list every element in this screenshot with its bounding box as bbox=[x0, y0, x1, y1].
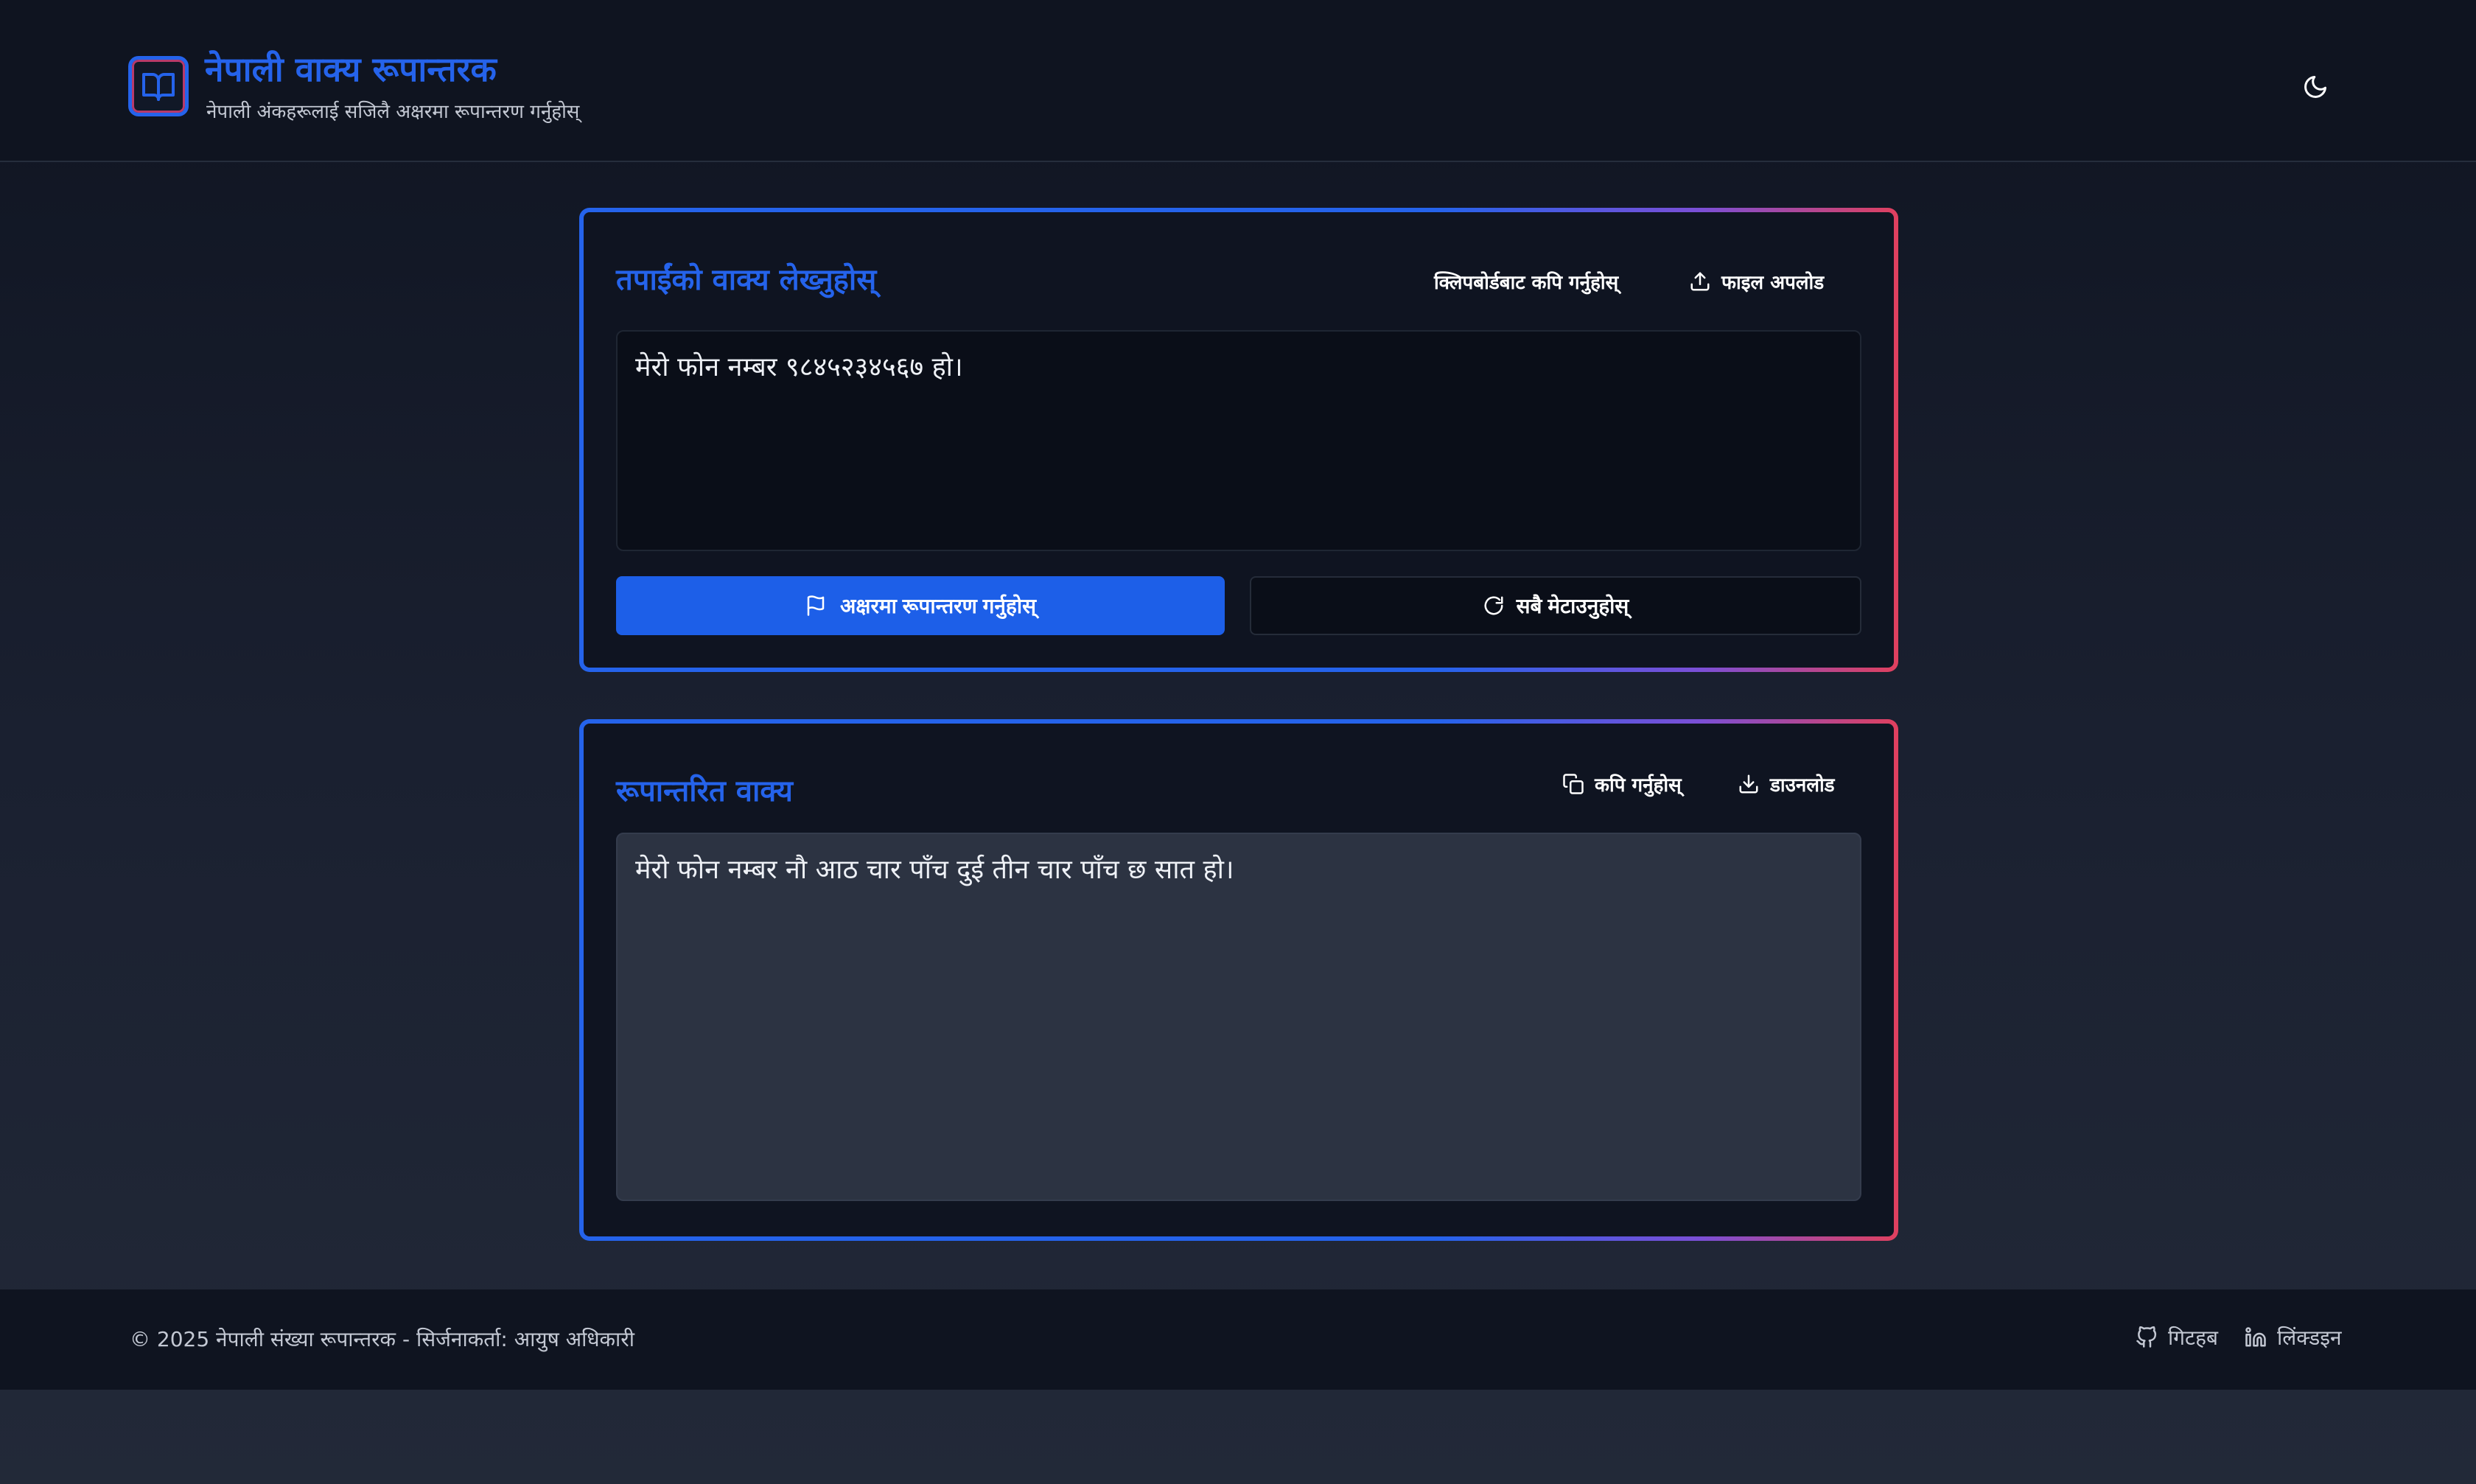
app-header: नेपाली वाक्य रूपान्तरक नेपाली अंकहरूलाई … bbox=[0, 0, 2476, 162]
input-card-title: तपाईंको वाक्य लेख्नुहोस् bbox=[616, 263, 877, 297]
linkedin-link[interactable]: लिंक्डइन bbox=[2245, 1323, 2342, 1351]
footer-copyright: © 2025 नेपाली संख्या रूपान्तरक - सिर्जना… bbox=[130, 1327, 635, 1351]
input-card: तपाईंको वाक्य लेख्नुहोस् क्लिपबोर्डबाट क… bbox=[579, 208, 1898, 672]
theme-toggle-button[interactable] bbox=[2298, 69, 2333, 105]
sentence-input[interactable]: मेरो फोन नम्बर ९८४५२३४५६७ हो। bbox=[616, 330, 1861, 551]
github-icon bbox=[2136, 1326, 2157, 1348]
copy-button[interactable]: कपि गर्नुहोस् bbox=[1562, 771, 1682, 797]
clipboard-paste-label: क्लिपबोर्डबाट कपि गर्नुहोस् bbox=[1434, 272, 1619, 294]
download-button[interactable]: डाउनलोड bbox=[1738, 771, 1835, 797]
app-subtitle: नेपाली अंकहरूलाई सजिलै अक्षरमा रूपान्तरण… bbox=[206, 101, 580, 123]
clear-all-button[interactable]: सबै मेटाउनुहोस् bbox=[1250, 576, 1861, 635]
output-card: रूपान्तरित वाक्य कपि गर्नुहोस् डाउनलोड म… bbox=[579, 719, 1898, 1241]
refresh-icon bbox=[1484, 596, 1503, 615]
download-icon bbox=[1739, 774, 1758, 794]
linkedin-icon bbox=[2245, 1327, 2266, 1347]
upload-icon bbox=[1690, 272, 1710, 291]
app-footer: © 2025 नेपाली संख्या रूपान्तरक - सिर्जना… bbox=[0, 1289, 2476, 1390]
copy-icon bbox=[1563, 774, 1584, 794]
copy-label: कपि गर्नुहोस् bbox=[1595, 774, 1682, 797]
download-label: डाउनलोड bbox=[1770, 774, 1835, 797]
converted-output[interactable]: मेरो फोन नम्बर नौ आठ चार पाँच दुई तीन चा… bbox=[616, 833, 1861, 1201]
github-label: गिटहब bbox=[2168, 1326, 2218, 1350]
flag-icon bbox=[807, 595, 825, 616]
file-upload-label: फाइल अपलोड bbox=[1721, 272, 1825, 294]
clear-all-label: सबै मेटाउनुहोस् bbox=[1516, 595, 1629, 617]
github-link[interactable]: गिटहब bbox=[2136, 1323, 2218, 1351]
output-card-title: रूपान्तरित वाक्य bbox=[616, 774, 793, 808]
convert-button[interactable]: अक्षरमा रूपान्तरण गर्नुहोस् bbox=[616, 576, 1225, 635]
book-open-icon bbox=[128, 56, 189, 116]
app-title: नेपाली वाक्य रूपान्तरक bbox=[205, 49, 497, 89]
convert-label: अक्षरमा रूपान्तरण गर्नुहोस् bbox=[839, 595, 1037, 617]
moon-icon bbox=[2304, 76, 2326, 98]
linkedin-label: लिंक्डइन bbox=[2277, 1326, 2342, 1350]
clipboard-paste-button[interactable]: क्लिपबोर्डबाट कपि गर्नुहोस् bbox=[1434, 268, 1618, 295]
file-upload-button[interactable]: फाइल अपलोड bbox=[1689, 268, 1824, 295]
